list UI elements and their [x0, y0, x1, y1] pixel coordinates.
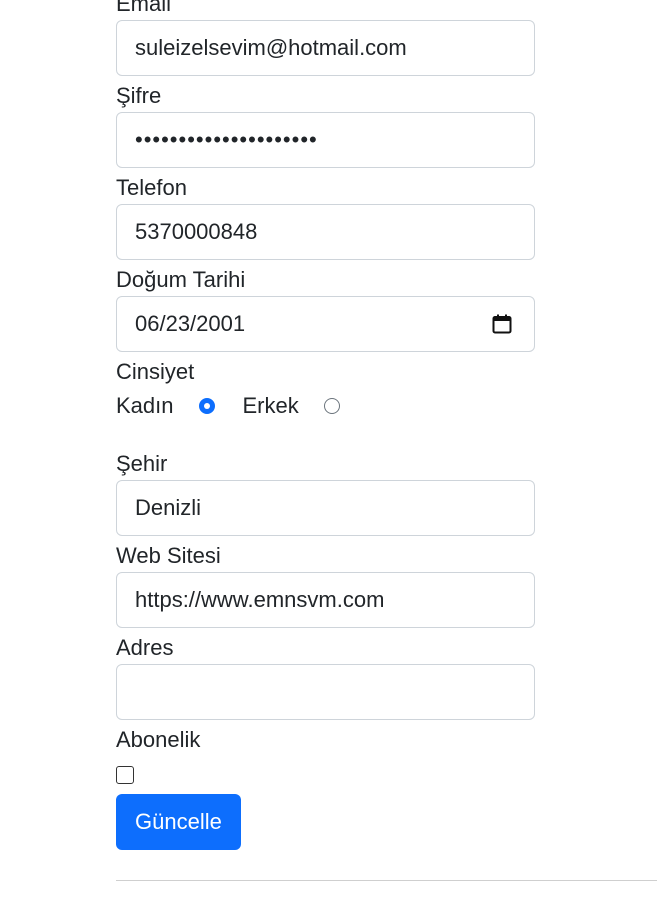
divider — [116, 880, 657, 881]
email-field[interactable]: suleizelsevim@hotmail.com — [116, 20, 535, 76]
birthdate-value: 06/23/2001 — [135, 311, 246, 336]
gender-option-female-radio[interactable] — [198, 398, 215, 414]
subscription-label: Abonelik — [116, 727, 201, 752]
email-label: Email — [116, 0, 172, 16]
phone-field[interactable]: 5370000848 — [116, 204, 535, 260]
gender-label: Cinsiyet — [116, 359, 195, 384]
birthdate-field[interactable]: 06/23/2001 — [116, 296, 535, 352]
calendar-icon[interactable] — [492, 314, 512, 334]
city-field[interactable]: Denizli — [116, 480, 535, 536]
gender-option-female-label: Kadın — [116, 393, 174, 418]
city-label: Şehir — [116, 451, 168, 476]
gender-options: Kadın Erkek — [116, 388, 535, 424]
website-field[interactable]: https://www.emnsvm.com — [116, 572, 535, 628]
password-field[interactable]: ••••••••••••••••••••• — [116, 112, 535, 168]
profile-form: Email suleizelsevim@hotmail.com Şifre ••… — [116, 0, 535, 850]
gender-option-male-radio[interactable] — [323, 398, 340, 414]
address-label: Adres — [116, 635, 174, 660]
password-label: Şifre — [116, 83, 162, 108]
website-label: Web Sitesi — [116, 543, 221, 568]
address-field[interactable] — [116, 664, 535, 720]
phone-label: Telefon — [116, 175, 187, 200]
update-button[interactable]: Güncelle — [116, 794, 241, 850]
gender-option-male-label: Erkek — [242, 393, 299, 418]
subscription-checkbox[interactable] — [116, 766, 134, 784]
birthdate-label: Doğum Tarihi — [116, 267, 246, 292]
